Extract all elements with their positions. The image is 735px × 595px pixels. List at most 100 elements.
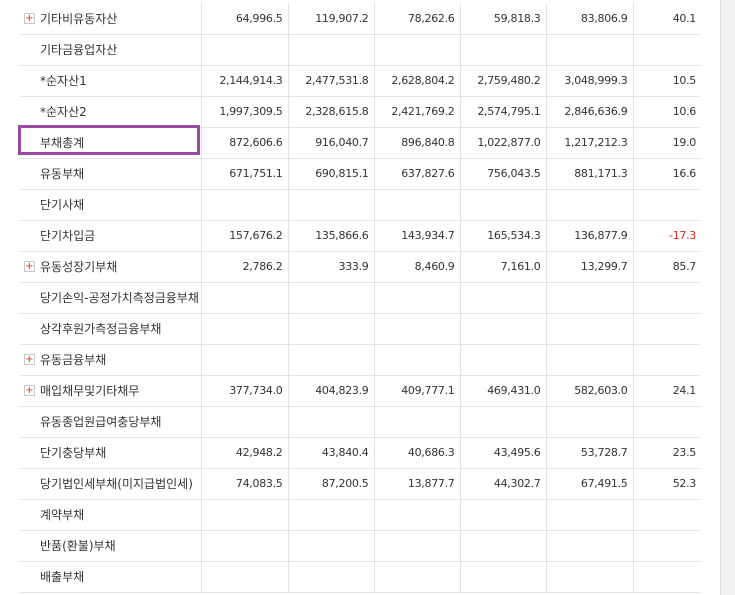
row-label-cell: + 매입채무및기타채무 [19,375,202,407]
row-label: 단기충당부채 [40,446,107,460]
row-label-cell: *순자산1 [19,65,202,97]
value-cell [288,282,375,314]
value-cell [288,34,375,66]
table-row: 유동종업원급여충당부채 [19,406,701,438]
table-row: *순자산1 2,144,914.3 2,477,531.8 2,628,804.2 2,… [19,65,701,97]
yoy-change-cell [633,34,701,66]
value-cell: 2,628,804.2 [374,65,461,97]
yoy-change-cell [633,282,701,314]
value-cell [201,34,289,66]
row-label: 상각후원가측정금융부채 [40,322,162,336]
value-cell: 143,934.7 [374,220,461,252]
value-cell: 582,603.0 [546,375,634,407]
yoy-change-cell: -17.3 [633,220,701,252]
value-cell [460,313,547,345]
value-cell: 2,421,769.2 [374,96,461,128]
value-cell [546,313,634,345]
table-row: 당기법인세부채(미지급법인세) 74,083.5 87,200.5 13,877.7 4… [19,468,701,500]
row-label-cell: 당기손익-공정가치측정금융부채 [19,282,202,314]
row-label-cell: + 유동성장기부채 [19,251,202,283]
value-cell: 2,759,480.2 [460,65,547,97]
value-cell: 469,431.0 [460,375,547,407]
value-cell: 78,262.6 [374,3,461,35]
vertical-scrollbar[interactable] [720,0,735,595]
row-label-cell: 기타금융업자산 [19,34,202,66]
row-label-cell: 상각후원가측정금융부채 [19,313,202,345]
value-cell [288,406,375,438]
yoy-change-cell: 23.5 [633,437,701,469]
value-cell: 87,200.5 [288,468,375,500]
row-label-cell: 유동부채 [19,158,202,190]
table-row: 계약부채 [19,499,701,531]
value-cell [374,561,461,593]
table-row: + 유동금융부채 [19,344,701,376]
value-cell [374,189,461,221]
yoy-change-cell [633,499,701,531]
value-cell: 2,477,531.8 [288,65,375,97]
value-cell: 53,728.7 [546,437,634,469]
yoy-change-cell [633,189,701,221]
row-label[interactable]: 유동금융부채 [40,351,106,368]
value-cell: 136,877.9 [546,220,634,252]
yoy-change-cell [633,561,701,593]
row-label: *순자산2 [40,105,87,119]
value-cell [374,313,461,345]
row-label: 당기손익-공정가치측정금융부채 [40,291,199,305]
value-cell: 2,846,636.9 [546,96,634,128]
expand-plus-icon[interactable]: + [24,261,35,272]
row-label-cell: 당기법인세부채(미지급법인세) [19,468,202,500]
value-cell [201,313,289,345]
value-cell: 2,574,795.1 [460,96,547,128]
value-cell: 1,022,877.0 [460,127,547,159]
value-cell [288,313,375,345]
row-label: 기타금융업자산 [40,43,118,57]
table-row: 유동부채 671,751.1 690,815.1 637,827.6 756,043.5… [19,158,701,190]
value-cell: 43,840.4 [288,437,375,469]
value-cell: 377,734.0 [201,375,289,407]
expand-plus-icon[interactable]: + [24,385,35,396]
value-cell: 43,495.6 [460,437,547,469]
value-cell [201,406,289,438]
yoy-change-cell: 52.3 [633,468,701,500]
table-row: 반품(환불)부채 [19,530,701,562]
table-row: 배출부채 [19,561,701,593]
value-cell [201,189,289,221]
value-cell [374,34,461,66]
value-cell: 671,751.1 [201,158,289,190]
value-cell: 64,996.5 [201,3,289,35]
value-cell [288,189,375,221]
value-cell: 2,144,914.3 [201,65,289,97]
row-label[interactable]: 유동성장기부채 [40,258,117,275]
value-cell [201,530,289,562]
value-cell [201,344,289,376]
value-cell: 637,827.6 [374,158,461,190]
value-cell: 157,676.2 [201,220,289,252]
row-label[interactable]: 매입채무및기타채무 [40,382,139,399]
financial-table-body: + 기타비유동자산 64,996.5 119,907.2 78,262.6 59,818.… [19,3,701,593]
row-label-cell: 계약부채 [19,499,202,531]
value-cell [374,344,461,376]
table-row: 단기사채 [19,189,701,221]
value-cell: 872,606.6 [201,127,289,159]
value-cell: 119,907.2 [288,3,375,35]
value-cell: 3,048,999.3 [546,65,634,97]
value-cell [460,530,547,562]
yoy-change-cell [633,406,701,438]
row-label: 배출부채 [40,570,85,584]
expand-plus-icon[interactable]: + [24,12,35,24]
table-row: 부채총계 872,606.6 916,040.7 896,840.8 1,022,877… [19,127,701,159]
value-cell [460,282,547,314]
row-label-cell: 단기차입금 [19,220,202,252]
expand-plus-icon[interactable]: + [24,354,35,365]
value-cell [546,530,634,562]
value-cell: 165,534.3 [460,220,547,252]
yoy-change-cell: 10.5 [633,65,701,97]
value-cell: 1,997,309.5 [201,96,289,128]
row-label[interactable]: 기타비유동자산 [40,10,117,27]
yoy-change-cell [633,344,701,376]
value-cell: 13,877.7 [374,468,461,500]
table-row: *순자산2 1,997,309.5 2,328,615.8 2,421,769.2 2,… [19,96,701,128]
table-row: + 기타비유동자산 64,996.5 119,907.2 78,262.6 59,818.… [19,3,701,35]
row-label: 당기법인세부채(미지급법인세) [40,477,193,491]
row-label: 단기사채 [40,198,85,212]
